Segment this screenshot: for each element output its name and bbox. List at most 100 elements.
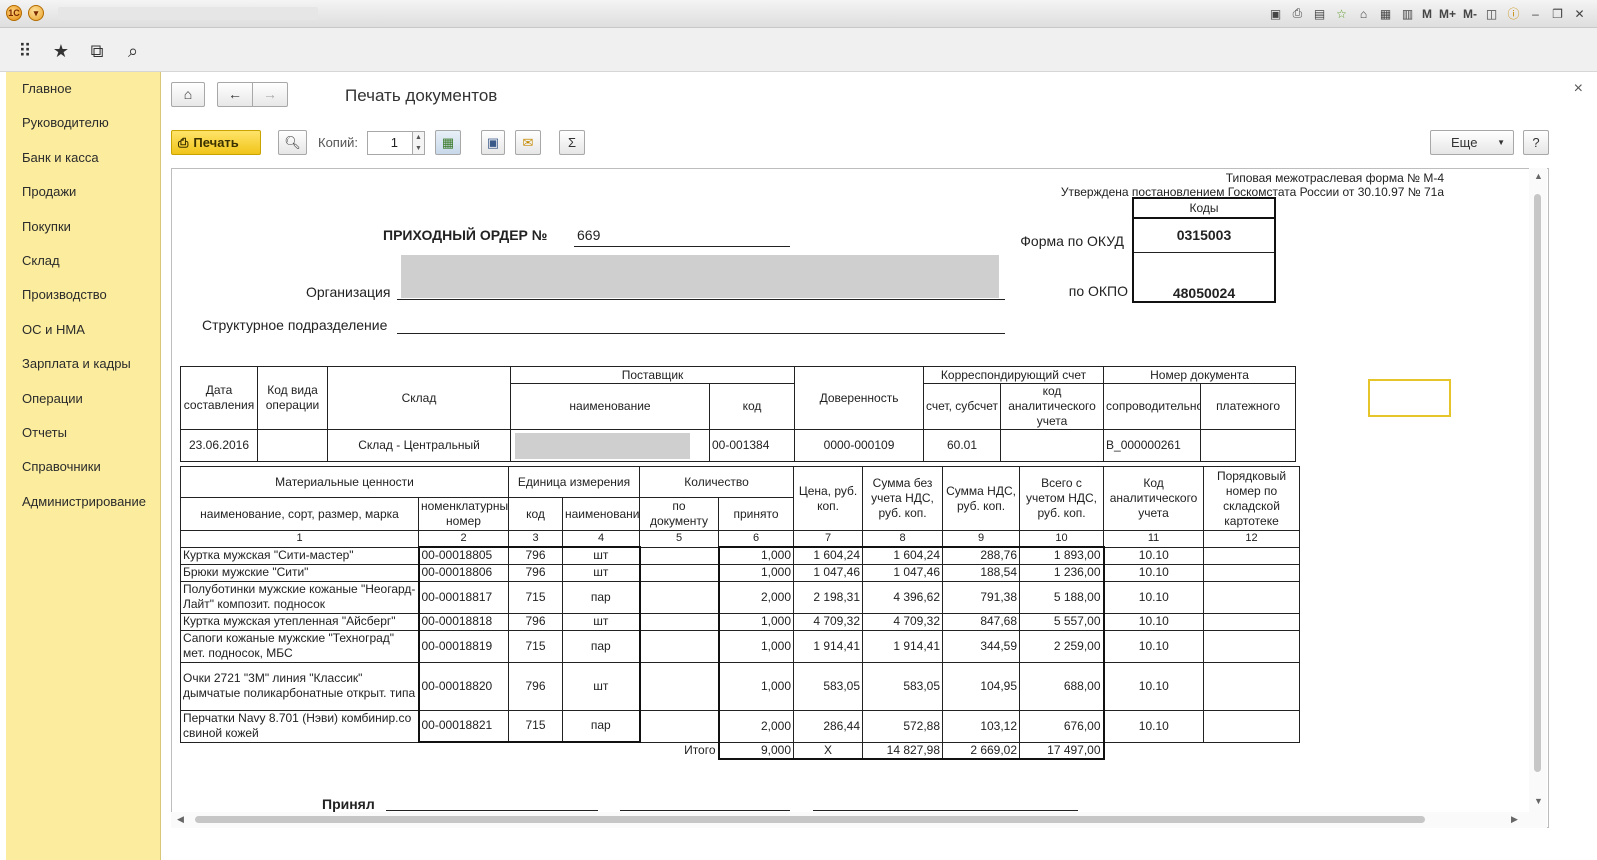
print-button[interactable]: ⎙ Печать [171, 130, 261, 155]
vertical-scrollbar[interactable]: ▲ ▼ [1529, 168, 1547, 828]
window-close-icon[interactable]: ✕ [1570, 4, 1589, 23]
save-file-button[interactable]: ▣ [481, 130, 505, 155]
restore-icon[interactable]: ❐ [1548, 4, 1567, 23]
sidebar-item-bank[interactable]: Банк и касса [6, 141, 160, 175]
col-proxy-header: Доверенность [794, 366, 925, 430]
cell-unit: пар [561, 580, 641, 614]
app-logo-icon[interactable]: 1С [6, 5, 22, 21]
empty-cell [1204, 742, 1300, 759]
h-vat: Сумма НДС, руб. коп. [942, 466, 1021, 531]
table-row[interactable]: Полуботинки мужские кожаные "Неогард-Лай… [180, 580, 1301, 614]
cell-name: Брюки мужские "Сити" [180, 563, 419, 582]
okud-label: Форма по ОКУД [1020, 233, 1124, 249]
column-number: 9 [942, 530, 1021, 548]
close-page-icon[interactable]: × [1574, 80, 1583, 98]
table-row[interactable]: Куртка мужская утепленная "Айсберг" 00-00… [180, 612, 1301, 631]
sidebar-item-admin[interactable]: Администрирование [6, 485, 160, 519]
sidebar-item-purchases[interactable]: Покупки [6, 210, 160, 244]
h-sum-wo-vat: Сумма без учета НДС, руб. коп. [862, 466, 944, 531]
table-row[interactable]: Перчатки Navy 8.701 (Нэви) комбинир.со с… [180, 709, 1301, 743]
table-row[interactable]: Брюки мужские "Сити" 00-00018806 796 шт 1,00… [180, 563, 1301, 582]
h-unit: Единица измерения [507, 466, 641, 498]
sidebar-item-catalogs[interactable]: Справочники [6, 450, 160, 484]
order-warehouse: Склад - Центральный [327, 429, 511, 462]
sidebar-item-director[interactable]: Руководителю [6, 106, 160, 140]
scroll-down-icon[interactable]: ▼ [1534, 796, 1543, 806]
preview-icon[interactable]: ▤ [1310, 4, 1329, 23]
sidebar-item-assets[interactable]: ОС и НМА [6, 313, 160, 347]
payment-doc [1200, 429, 1297, 462]
column-number: 1 [180, 530, 419, 548]
printer-icon: ⎙ [178, 134, 189, 150]
sidebar-item-production[interactable]: Производство [6, 278, 160, 312]
memory-plus-button[interactable]: M+ [1437, 4, 1458, 23]
cell-price: 1 604,24 [793, 546, 864, 565]
sidebar-item-sales[interactable]: Продажи [6, 175, 160, 209]
sum-button[interactable]: Σ [559, 130, 585, 155]
back-button[interactable]: ← [217, 82, 253, 107]
horizontal-scrollbar[interactable]: ◀ ▶ [171, 812, 1529, 828]
sidebar-item-reports[interactable]: Отчеты [6, 416, 160, 450]
main-content: ⌂ ← → Печать документов × ⎙ Печать 🔍︎ Коп… [161, 72, 1597, 860]
cell-analytic: 10.10 [1103, 629, 1205, 663]
titlebar-tools: ▣ ⎙ ▤ ☆ ⌂ ▦ ▥ M M+ M- ◫ ⓘ – ❐ ✕ [1266, 4, 1589, 23]
total-sum: 14 827,98 [862, 741, 944, 760]
cell-name: Куртка мужская "Сити-мастер" [180, 546, 419, 565]
sidebar-item-main[interactable]: Главное [6, 72, 160, 106]
favorites-star-icon[interactable]: ★ [50, 40, 72, 62]
cell-accepted: 1,000 [717, 563, 795, 582]
column-number: 3 [508, 530, 563, 548]
sidebar-item-payroll[interactable]: Зарплата и кадры [6, 347, 160, 381]
scroll-left-icon[interactable]: ◀ [177, 814, 184, 825]
print-icon[interactable]: ⎙ [1288, 4, 1307, 23]
search-icon[interactable]: ⌕ [122, 40, 144, 62]
more-button[interactable]: Еще ▼ [1430, 130, 1514, 155]
cell-sum: 1 604,24 [862, 546, 944, 565]
scroll-right-icon[interactable]: ▶ [1511, 814, 1518, 825]
main-menu-icon[interactable]: ▾ [28, 5, 44, 21]
sidebar-item-operations[interactable]: Операции [6, 382, 160, 416]
cell-price: 2 198,31 [793, 580, 864, 614]
col-docnum-header: Номер документа [1103, 366, 1297, 384]
selected-cell[interactable] [1368, 379, 1451, 417]
forward-button[interactable]: → [252, 82, 288, 107]
apps-grid-icon[interactable]: ⠿ [14, 40, 36, 62]
copies-input[interactable]: 1 [367, 131, 413, 155]
printed-form-sheet[interactable]: Типовая межотраслевая форма № М-4 Утверж… [171, 168, 1549, 828]
proxy-number: 0000-000109 [794, 429, 925, 462]
col-warehouse-header: Склад [327, 366, 511, 430]
favorite-add-icon[interactable]: ☆ [1332, 4, 1351, 23]
cell-card [1203, 629, 1301, 663]
table-row[interactable]: Очки 2721 "3М" линия "Классик" дымчатые … [180, 661, 1301, 711]
edit-document-button[interactable]: ▦ [435, 130, 461, 155]
cell-code: 796 [508, 546, 563, 565]
history-icon[interactable]: ⌂ [1354, 4, 1373, 23]
calculator-icon[interactable]: ▦ [1376, 4, 1395, 23]
info-icon[interactable]: ⓘ [1504, 4, 1523, 23]
history-icon[interactable]: ⧉ [86, 40, 108, 62]
cell-card [1203, 546, 1301, 565]
h-price: Цена, руб. коп. [793, 466, 864, 531]
save-icon[interactable]: ▣ [1266, 4, 1285, 23]
floppy-icon: ▣ [486, 134, 500, 150]
sidebar-item-warehouse[interactable]: Склад [6, 244, 160, 278]
home-button[interactable]: ⌂ [171, 82, 205, 107]
total-vat: 2 669,02 [942, 741, 1021, 760]
calendar-icon[interactable]: ▥ [1398, 4, 1417, 23]
minimize-icon[interactable]: – [1526, 4, 1545, 23]
table-row[interactable]: Сапоги кожаные мужские "Техноград" мет. … [180, 629, 1301, 663]
panels-icon[interactable]: ◫ [1482, 4, 1501, 23]
help-button[interactable]: ? [1523, 130, 1549, 155]
preview-button[interactable]: 🔍︎ [278, 130, 307, 155]
cell-vat: 288,76 [942, 546, 1021, 565]
copies-spinner[interactable]: ▲ ▼ [413, 131, 425, 155]
scroll-up-icon[interactable]: ▲ [1534, 171, 1543, 181]
h-unit-name: наименование [561, 497, 641, 531]
send-email-button[interactable]: ✉ [515, 130, 541, 155]
vertical-scroll-thumb[interactable] [1534, 194, 1541, 772]
cell-sum: 1 914,41 [862, 629, 944, 663]
memory-minus-button[interactable]: M- [1461, 4, 1479, 23]
memory-m-button[interactable]: M [1420, 4, 1434, 23]
table-row[interactable]: Куртка мужская "Сити-мастер" 00-00018805 7… [180, 546, 1301, 565]
horizontal-scroll-thumb[interactable] [195, 816, 1425, 823]
